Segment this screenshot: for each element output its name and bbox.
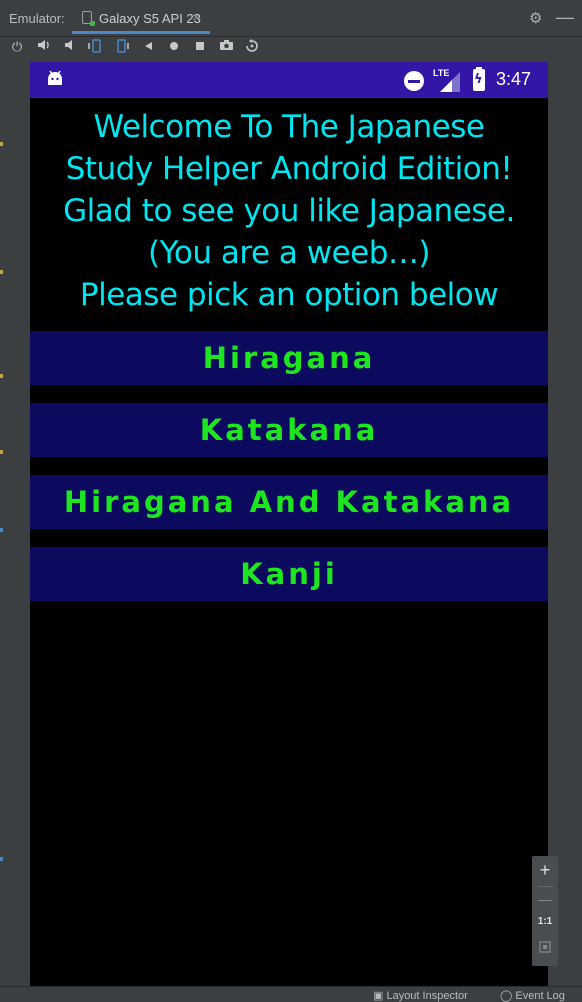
welcome-message: Welcome To The Japanese Study Helper And… [30,106,548,316]
rotate-right-icon[interactable] [113,39,131,57]
layout-inspector-label: Layout Inspector [386,990,468,1002]
device-screen[interactable]: LTE ϟ 3:47 Welcome To The Japanese Study… [30,62,548,986]
gutter-marker [0,528,3,532]
layout-inspector-button[interactable]: ▣ Layout Inspector [373,989,468,1002]
zoom-divider [537,886,553,887]
hiragana-button[interactable]: Hiragana [30,331,548,385]
signal-icon [440,72,460,92]
event-log-button[interactable]: ◯ Event Log [500,989,565,1002]
close-tab-icon[interactable]: × [192,9,200,25]
emulator-label: Emulator: [9,11,65,26]
do-not-disturb-icon [404,71,424,91]
emulator-tab-bar: Emulator: Galaxy S5 API 23 × ⚙ — [0,0,582,37]
camera-icon[interactable] [217,39,235,57]
left-gutter [0,62,30,1000]
device-tab[interactable]: Galaxy S5 API 23 × [72,0,210,34]
volume-down-icon[interactable] [61,39,79,57]
zoom-fit-icon[interactable] [532,940,558,958]
battery-icon: ϟ [473,67,485,91]
zoom-out-button[interactable]: — [532,891,558,907]
gear-icon[interactable]: ⚙ [529,9,542,27]
gutter-marker [0,142,3,146]
zoom-controls: + — 1:1 [532,856,558,966]
zoom-actual-size-button[interactable]: 1:1 [532,916,558,927]
event-log-label: Event Log [515,990,565,1002]
right-pane [548,62,582,987]
status-time: 3:47 [496,69,532,89]
katakana-button[interactable]: Katakana [30,403,548,457]
device-tab-label: Galaxy S5 API 23 [99,11,201,26]
welcome-line: Study Helper Android Edition! [65,151,513,187]
android-debug-icon [48,70,62,85]
volume-up-icon[interactable] [35,39,53,57]
ide-bottom-bar: ▣ Layout Inspector ◯ Event Log [0,986,582,1002]
status-bar: LTE ϟ 3:47 [30,62,548,98]
gutter-marker [0,857,3,861]
rotate-left-icon[interactable] [87,39,105,57]
kanji-button[interactable]: Kanji [30,547,548,601]
welcome-line: (You are a weeb…) [148,235,431,271]
minimize-icon[interactable]: — [556,7,574,28]
home-icon[interactable] [165,39,183,57]
zoom-in-button[interactable]: + [532,860,558,881]
device-icon [82,11,95,26]
emulator-toolbar: ⏻ [0,37,582,61]
welcome-line: Welcome To The Japanese [93,109,485,145]
gutter-marker [0,450,3,454]
hiragana-and-katakana-button[interactable]: Hiragana And Katakana [30,475,548,529]
welcome-line: Glad to see you like Japanese. [63,193,515,229]
power-icon[interactable]: ⏻ [8,39,26,57]
back-icon[interactable] [139,39,157,57]
replay-icon[interactable] [243,39,261,57]
welcome-line: Please pick an option below [79,277,499,313]
gutter-marker [0,374,3,378]
gutter-marker [0,270,3,274]
overview-icon[interactable] [191,39,209,57]
